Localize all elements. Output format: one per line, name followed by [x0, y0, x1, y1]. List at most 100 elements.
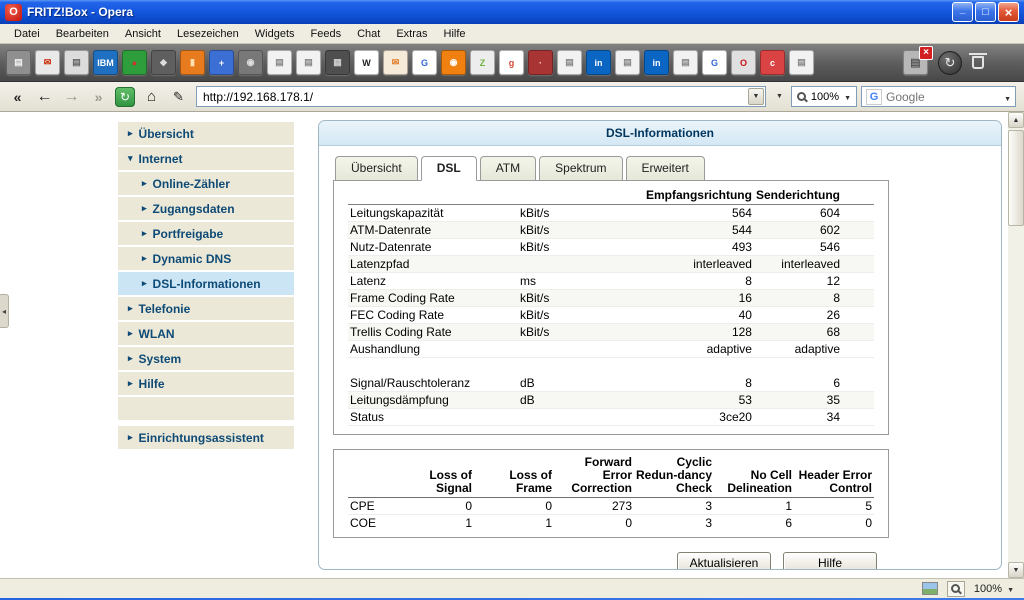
menu-item-bearbeiten[interactable]: Bearbeiten [48, 26, 117, 42]
sidebar-item-dynamic-dns[interactable]: Dynamic DNS [118, 247, 294, 270]
sidebar-item-online-zaehler[interactable]: Online-Zähler [118, 172, 294, 195]
table-row: LeitungskapazitätkBit/s564604 [348, 204, 874, 221]
table-row: Aushandlungadaptiveadaptive [348, 340, 874, 357]
column-header-senderichtung: Senderichtung [754, 187, 874, 204]
sidebar-item-einrichtungsassistent[interactable]: Einrichtungsassistent [118, 426, 294, 449]
reload-button[interactable] [115, 87, 135, 107]
linkedin-icon-2[interactable]: in [644, 50, 669, 75]
mail-orange-icon[interactable]: ✉ [383, 50, 408, 75]
bolt-icon[interactable]: Z [470, 50, 495, 75]
back-button[interactable] [33, 86, 56, 108]
globe-icon[interactable]: ● [122, 50, 147, 75]
menu-item-chat[interactable]: Chat [349, 26, 388, 42]
document-icon-4[interactable]: ▤ [615, 50, 640, 75]
table-row-coe: COE 1 1 0 3 6 0 [348, 514, 874, 531]
document-icon[interactable]: ▤ [267, 50, 292, 75]
vertical-scrollbar[interactable] [1008, 112, 1024, 578]
sidebar-item-wlan[interactable]: WLAN [118, 322, 294, 345]
flag-icon[interactable]: ◆ [151, 50, 176, 75]
fit-to-width-icon[interactable] [947, 581, 965, 597]
scroll-down-icon[interactable] [1008, 562, 1024, 578]
status-zoom-dropdown[interactable]: 100% [974, 583, 1014, 595]
rewind-button[interactable] [6, 86, 29, 108]
menu-item-widgets[interactable]: Widgets [247, 26, 303, 42]
chevron-right-icon [142, 253, 147, 264]
menu-item-extras[interactable]: Extras [388, 26, 435, 42]
reload-circle-icon[interactable] [938, 51, 962, 75]
magnifier-icon [797, 92, 806, 101]
sidebar-item-zugangsdaten[interactable]: Zugangsdaten [118, 197, 294, 220]
table-row: Nutz-DatenratekBit/s493546 [348, 238, 874, 255]
typewriter-icon[interactable]: ▦ [325, 50, 350, 75]
close-page-icon[interactable] [903, 50, 928, 75]
scrollbar-thumb[interactable] [1008, 130, 1024, 226]
sidebar-item-uebersicht[interactable]: Übersicht [118, 122, 294, 145]
address-input[interactable] [203, 90, 748, 104]
panels-toggle-handle[interactable] [0, 294, 9, 328]
address-dropdown-button[interactable] [772, 86, 787, 107]
tab-erweitert[interactable]: Erweitert [626, 156, 705, 181]
google-g-icon[interactable]: g [499, 50, 524, 75]
maximize-button[interactable] [975, 2, 996, 22]
wikipedia-icon[interactable]: W [354, 50, 379, 75]
red-site-icon[interactable]: · [528, 50, 553, 75]
camera-icon[interactable]: ◉ [238, 50, 263, 75]
folder-orange-icon[interactable]: ▮ [180, 50, 205, 75]
document-icon-5[interactable]: ▤ [673, 50, 698, 75]
plus-icon[interactable]: + [209, 50, 234, 75]
sidebar-item-system[interactable]: System [118, 347, 294, 370]
sidebar-item-hilfe[interactable]: Hilfe [118, 372, 294, 395]
page-title: DSL-Informationen [319, 121, 1001, 146]
address-bar[interactable] [196, 86, 766, 107]
tab-uebersicht[interactable]: Übersicht [335, 156, 418, 181]
images-toggle-icon[interactable] [922, 582, 938, 595]
menu-item-hilfe[interactable]: Hilfe [436, 26, 474, 42]
sidebar-item-telefonie[interactable]: Telefonie [118, 297, 294, 320]
window-title: FRITZ!Box - Opera [27, 5, 952, 19]
menu-item-datei[interactable]: Datei [6, 26, 48, 42]
linkedin-icon[interactable]: in [586, 50, 611, 75]
document-icon-3[interactable]: ▤ [557, 50, 582, 75]
trash-icon[interactable] [972, 56, 984, 69]
search-box[interactable] [861, 86, 1016, 107]
chrome-red-icon[interactable]: c [760, 50, 785, 75]
mail-icon[interactable]: ✉ [35, 50, 60, 75]
table-row: Frame Coding RatekBit/s168 [348, 289, 874, 306]
document-icon-2[interactable]: ▤ [296, 50, 321, 75]
tab-atm[interactable]: ATM [480, 156, 536, 181]
google-icon[interactable]: G [412, 50, 437, 75]
opera-icon[interactable]: O [731, 50, 756, 75]
error-table: Loss of Signal Loss of Frame Forward Err… [348, 454, 874, 531]
menu-item-lesezeichen[interactable]: Lesezeichen [169, 26, 247, 42]
table-header-row: Loss of Signal Loss of Frame Forward Err… [348, 454, 874, 498]
home-button[interactable] [140, 86, 163, 108]
close-button[interactable] [998, 2, 1019, 22]
minimize-button[interactable] [952, 2, 973, 22]
compose-button[interactable] [167, 86, 190, 108]
sidebar-item-portfreigabe[interactable]: Portfreigabe [118, 222, 294, 245]
menu-item-ansicht[interactable]: Ansicht [117, 26, 169, 42]
tab-spektrum[interactable]: Spektrum [539, 156, 622, 181]
google-icon-2[interactable]: G [702, 50, 727, 75]
rss-icon[interactable]: ◉ [441, 50, 466, 75]
scroll-up-icon[interactable] [1008, 112, 1024, 128]
sidebar-item-dsl-informationen[interactable]: DSL-Informationen [118, 272, 294, 295]
search-input[interactable] [886, 90, 1000, 104]
search-engine-dropdown-icon[interactable] [1004, 90, 1011, 104]
notes-icon[interactable]: ▤ [64, 50, 89, 75]
menu-item-feeds[interactable]: Feeds [303, 26, 350, 42]
column-header-loss-of-frame: Loss of Frame [474, 454, 554, 498]
forward-button[interactable] [60, 86, 83, 108]
table-row: LeitungsdämpfungdB5335 [348, 391, 874, 408]
ibm-icon[interactable]: IBM [93, 50, 118, 75]
address-history-dropdown-icon[interactable] [748, 88, 764, 105]
fast-forward-button[interactable] [87, 86, 110, 108]
zoom-dropdown[interactable]: 100% [791, 86, 857, 107]
tab-dsl[interactable]: DSL [421, 156, 477, 181]
pager-icon[interactable]: ▤ [6, 50, 31, 75]
sidebar-item-internet[interactable]: Internet [118, 147, 294, 170]
document-icon-6[interactable]: ▤ [789, 50, 814, 75]
table-row: Signal/RauschtoleranzdB86 [348, 374, 874, 391]
refresh-button[interactable]: Aktualisieren [677, 552, 771, 571]
help-button[interactable]: Hilfe [783, 552, 877, 571]
